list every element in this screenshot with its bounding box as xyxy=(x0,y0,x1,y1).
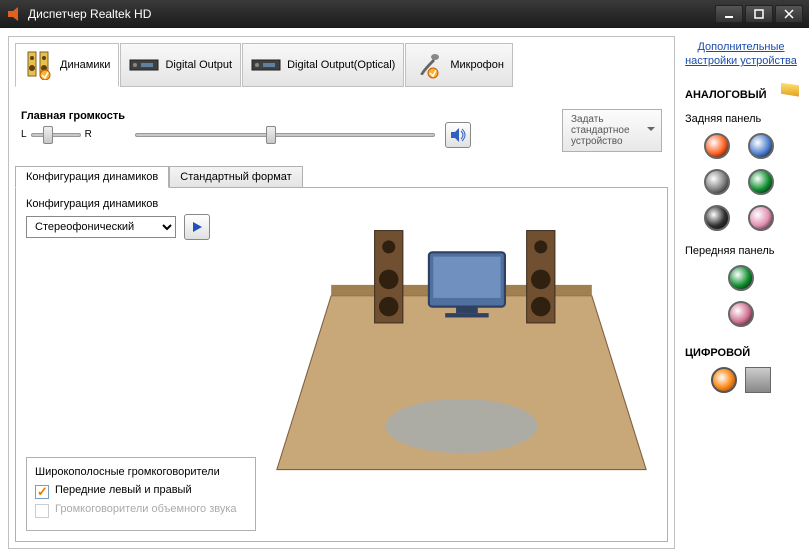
checkbox-front-lr-label: Передние левый и правый xyxy=(55,484,192,496)
tab-label: Микрофон xyxy=(450,59,504,71)
receiver-icon xyxy=(251,50,281,80)
tab-digital-output-optical[interactable]: Digital Output(Optical) xyxy=(242,43,404,87)
jack-black[interactable] xyxy=(704,205,730,231)
rear-panel-label: Задняя панель xyxy=(681,113,761,125)
tab-label: Digital Output(Optical) xyxy=(287,59,395,71)
jack-grey[interactable] xyxy=(704,169,730,195)
checkbox-front-lr[interactable] xyxy=(35,485,49,499)
speakers-icon xyxy=(24,50,54,80)
digital-coax[interactable] xyxy=(711,367,737,393)
speaker-room-diagram xyxy=(266,198,657,531)
speaker-config-select[interactable]: Стереофонический xyxy=(26,216,176,238)
minimize-button[interactable] xyxy=(715,5,743,23)
default-device-dropdown[interactable]: Задать стандартное устройство xyxy=(562,109,662,152)
maximize-button[interactable] xyxy=(745,5,773,23)
tab-speakers[interactable]: Динамики xyxy=(15,43,119,87)
balance-left-label: L xyxy=(21,129,27,140)
close-button[interactable] xyxy=(775,5,803,23)
digital-optical[interactable] xyxy=(745,367,771,393)
analog-section-title: АНАЛОГОВЫЙ xyxy=(681,89,801,101)
microphone-icon xyxy=(414,50,444,80)
wideband-title: Широкополосные громкоговорители xyxy=(35,466,247,478)
device-tabs: Динамики Digital Output Digital Output(O… xyxy=(15,43,668,87)
checkbox-surround-label: Громкоговорители объемного звука xyxy=(55,503,237,515)
jack-orange[interactable] xyxy=(704,133,730,159)
envelope-icon xyxy=(781,83,799,97)
tab-microphone[interactable]: Микрофон xyxy=(405,43,513,87)
digital-section-title: ЦИФРОВОЙ xyxy=(681,347,801,359)
titlebar: Диспетчер Realtek HD xyxy=(0,0,809,28)
front-jacks xyxy=(728,265,754,327)
advanced-device-settings-link[interactable]: Дополнительные настройки устройства xyxy=(681,40,801,69)
jack-front-green[interactable] xyxy=(728,265,754,291)
app-icon xyxy=(6,6,22,22)
tab-digital-output[interactable]: Digital Output xyxy=(120,43,241,87)
test-play-button[interactable] xyxy=(184,214,210,240)
wideband-speakers-group: Широкополосные громкоговорители Передние… xyxy=(26,457,256,531)
jack-front-pink[interactable] xyxy=(728,301,754,327)
receiver-icon xyxy=(129,50,159,80)
rear-jacks xyxy=(704,133,778,231)
tab-label: Динамики xyxy=(60,59,110,71)
jack-blue[interactable] xyxy=(748,133,774,159)
balance-slider[interactable] xyxy=(31,126,81,144)
front-panel-label: Передняя панель xyxy=(681,245,775,257)
subtab-default-format[interactable]: Стандартный формат xyxy=(169,166,302,188)
window-title: Диспетчер Realtek HD xyxy=(28,7,715,21)
jack-green[interactable] xyxy=(748,169,774,195)
mute-button[interactable] xyxy=(445,122,471,148)
config-label: Конфигурация динамиков xyxy=(26,198,256,210)
balance-right-label: R xyxy=(85,129,92,140)
tab-label: Digital Output xyxy=(165,59,232,71)
main-volume-slider[interactable] xyxy=(135,126,435,144)
checkbox-surround xyxy=(35,504,49,518)
volume-label: Главная громкость xyxy=(21,110,125,122)
jack-pink[interactable] xyxy=(748,205,774,231)
subtab-speaker-config[interactable]: Конфигурация динамиков xyxy=(15,166,169,188)
